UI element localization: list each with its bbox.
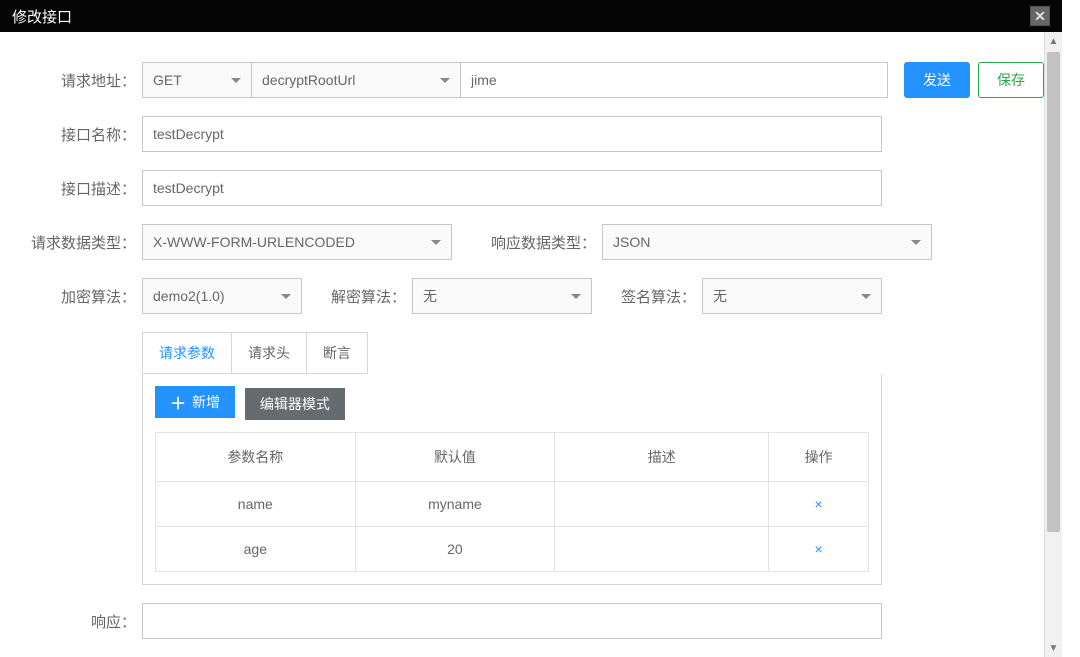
tab-assertions[interactable]: 断言 — [307, 333, 367, 373]
scrollbar[interactable]: ▲ ▼ — [1044, 32, 1062, 657]
row-interface-desc: 接口描述： — [12, 170, 1044, 206]
select-sign-algo-value: 无 — [713, 286, 727, 306]
label-interface-name: 接口名称： — [12, 124, 142, 145]
cell-desc[interactable] — [555, 527, 769, 572]
tab-request-params[interactable]: 请求参数 — [143, 333, 232, 373]
tab-toolbar: ＋ 新增 编辑器模式 — [155, 386, 869, 420]
select-method-value: GET — [153, 72, 182, 88]
cell-default[interactable]: 20 — [355, 527, 555, 572]
editor-mode-button[interactable]: 编辑器模式 — [245, 388, 345, 420]
close-icon[interactable]: ✕ — [1030, 6, 1050, 26]
select-root-url[interactable]: decryptRootUrl — [251, 62, 461, 98]
plus-icon: ＋ — [170, 390, 186, 414]
input-response-wrapper — [142, 603, 882, 639]
tabs: 请求参数 请求头 断言 — [142, 332, 368, 374]
table-header-row: 参数名称 默认值 描述 操作 — [156, 433, 869, 482]
select-request-data-type-value: X-WWW-FORM-URLENCODED — [153, 234, 355, 250]
select-sign-algo[interactable]: 无 — [702, 278, 882, 314]
input-response[interactable] — [153, 604, 871, 638]
chevron-down-icon — [911, 240, 921, 245]
delete-icon[interactable]: × — [814, 541, 822, 557]
chevron-down-icon — [861, 294, 871, 299]
input-interface-name-wrapper — [142, 116, 882, 152]
label-encrypt-algo: 加密算法： — [12, 286, 142, 307]
send-button[interactable]: 发送 — [904, 62, 970, 98]
table-row: age 20 × — [156, 527, 869, 572]
cell-default[interactable]: myname — [355, 482, 555, 527]
label-response: 响应： — [12, 611, 142, 632]
modal-title: 修改接口 — [12, 6, 72, 27]
label-sign-algo: 签名算法： — [592, 286, 702, 307]
th-default: 默认值 — [355, 433, 555, 482]
select-encrypt-algo-value: demo2(1.0) — [153, 288, 225, 304]
add-button-label: 新增 — [192, 392, 220, 412]
cell-name[interactable]: name — [156, 482, 356, 527]
row-interface-name: 接口名称： — [12, 116, 1044, 152]
select-root-url-value: decryptRootUrl — [262, 72, 355, 88]
input-interface-name[interactable] — [153, 117, 871, 151]
row-algos: 加密算法： demo2(1.0) 解密算法： 无 签名算法： 无 — [12, 278, 1044, 314]
select-encrypt-algo[interactable]: demo2(1.0) — [142, 278, 302, 314]
label-request-url: 请求地址： — [12, 70, 142, 91]
chevron-down-icon — [231, 78, 241, 83]
input-interface-desc-wrapper — [142, 170, 882, 206]
input-url-suffix[interactable] — [471, 63, 877, 97]
th-desc: 描述 — [555, 433, 769, 482]
chevron-down-icon — [281, 294, 291, 299]
cell-name[interactable]: age — [156, 527, 356, 572]
select-response-data-type-value: JSON — [613, 234, 650, 250]
label-request-data-type: 请求数据类型： — [12, 232, 142, 253]
modal-body: 请求地址： GET decryptRootUrl 发送 保存 接口名称： — [0, 32, 1062, 657]
label-response-data-type: 响应数据类型： — [452, 232, 602, 253]
modal-header: 修改接口 ✕ — [0, 0, 1062, 32]
row-data-types: 请求数据类型： X-WWW-FORM-URLENCODED 响应数据类型： JS… — [12, 224, 1044, 260]
modal-edit-interface: 修改接口 ✕ 请求地址： GET decryptRootUrl 发送 保存 接口… — [0, 0, 1062, 657]
select-request-data-type[interactable]: X-WWW-FORM-URLENCODED — [142, 224, 452, 260]
row-response: 响应： — [12, 603, 1044, 639]
label-interface-desc: 接口描述： — [12, 178, 142, 199]
select-decrypt-algo[interactable]: 无 — [412, 278, 592, 314]
scroll-down-icon[interactable]: ▼ — [1045, 639, 1062, 657]
th-action: 操作 — [769, 433, 869, 482]
row-request-url: 请求地址： GET decryptRootUrl 发送 保存 — [12, 62, 1044, 98]
params-section: 请求参数 请求头 断言 ＋ 新增 编辑器模式 参数名称 默认值 — [142, 332, 882, 585]
save-button[interactable]: 保存 — [978, 62, 1044, 98]
input-interface-desc[interactable] — [153, 171, 871, 205]
input-url-suffix-wrapper — [460, 62, 888, 98]
chevron-down-icon — [440, 78, 450, 83]
delete-icon[interactable]: × — [814, 496, 822, 512]
chevron-down-icon — [571, 294, 581, 299]
cell-desc[interactable] — [555, 482, 769, 527]
add-button[interactable]: ＋ 新增 — [155, 386, 235, 418]
label-decrypt-algo: 解密算法： — [302, 286, 412, 307]
th-name: 参数名称 — [156, 433, 356, 482]
tab-content: ＋ 新增 编辑器模式 参数名称 默认值 描述 操作 — [142, 374, 882, 585]
table-row: name myname × — [156, 482, 869, 527]
scroll-thumb[interactable] — [1047, 52, 1060, 532]
select-method[interactable]: GET — [142, 62, 252, 98]
tab-request-headers[interactable]: 请求头 — [232, 333, 307, 373]
scroll-up-icon[interactable]: ▲ — [1045, 32, 1062, 50]
select-decrypt-algo-value: 无 — [423, 286, 437, 306]
params-table: 参数名称 默认值 描述 操作 name myname × — [155, 432, 869, 572]
chevron-down-icon — [431, 240, 441, 245]
select-response-data-type[interactable]: JSON — [602, 224, 932, 260]
